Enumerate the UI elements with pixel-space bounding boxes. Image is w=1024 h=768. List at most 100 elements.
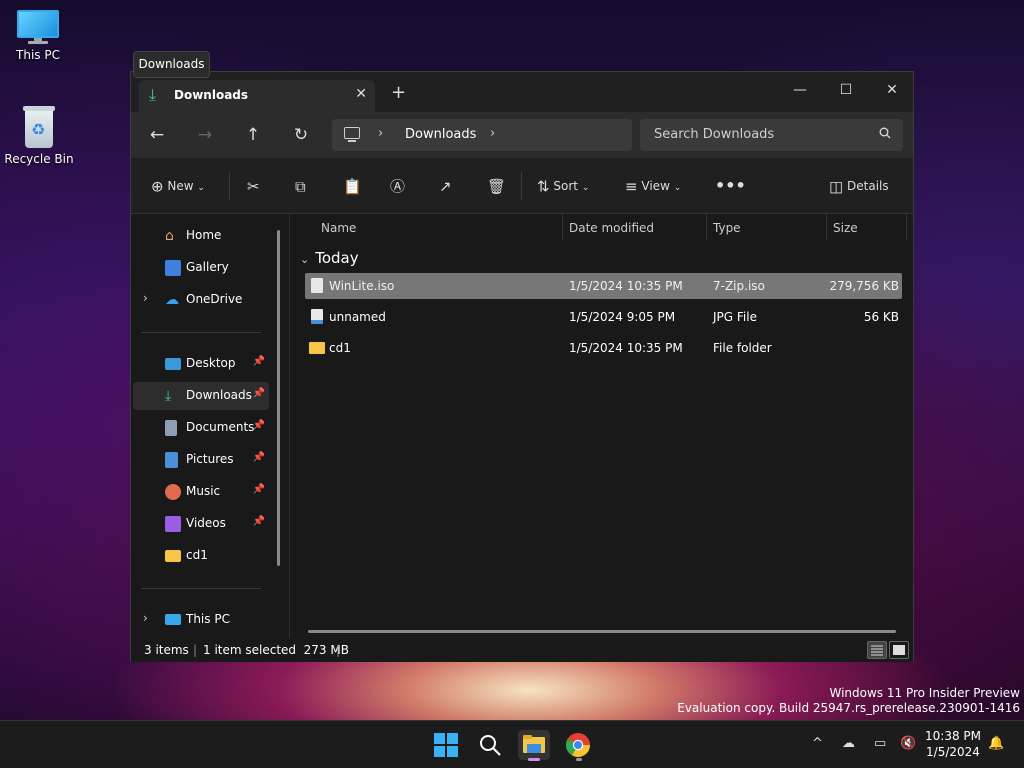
share-icon: ↗ — [439, 177, 452, 196]
recycle-bin-icon: ♻ — [21, 106, 57, 148]
sidebar-scrollbar[interactable] — [277, 230, 280, 566]
start-button[interactable] — [431, 730, 463, 760]
sort-button[interactable]: ⇅ Sort ⌄ — [537, 176, 589, 196]
file-date: 1/5/2024 9:05 PM — [569, 310, 676, 324]
title-bar[interactable]: ⤓ Downloads ✕ + — ☐ ✕ — [131, 72, 913, 112]
chevron-down-icon: ⌄ — [197, 183, 205, 193]
chrome-icon — [565, 733, 590, 758]
status-divider: | — [193, 643, 198, 657]
file-icon — [311, 278, 323, 293]
sidebar-item-gallery[interactable]: Gallery — [133, 254, 269, 282]
refresh-button[interactable]: ↻ — [289, 124, 313, 146]
copy-icon: ⧉ — [295, 177, 306, 196]
column-header-date[interactable]: Date modified — [569, 214, 654, 242]
search-icon — [480, 735, 501, 756]
tab-downloads[interactable]: ⤓ Downloads ✕ — [139, 80, 375, 112]
maximize-button[interactable]: ☐ — [823, 76, 869, 104]
cut-button[interactable]: ✂ — [247, 176, 260, 196]
computer-icon — [165, 614, 181, 625]
sidebar-item-videos[interactable]: Videos 📌 — [133, 510, 269, 538]
view-button[interactable]: ≡ View ⌄ — [625, 176, 681, 196]
chrome-taskbar-button[interactable] — [563, 730, 595, 761]
sort-icon: ⇅ — [537, 177, 550, 196]
details-pane-icon: ◫ — [829, 177, 844, 196]
column-header-size[interactable]: Size — [833, 214, 858, 242]
horizontal-scrollbar[interactable] — [308, 630, 896, 633]
chevron-right-icon[interactable]: › — [490, 126, 495, 141]
status-divider: | — [336, 643, 341, 657]
paste-button[interactable]: 📋 — [343, 176, 362, 196]
sidebar-item-pictures[interactable]: Pictures 📌 — [133, 446, 269, 474]
close-tab-icon[interactable]: ✕ — [355, 86, 367, 102]
desktop-icon-this-pc[interactable]: This PC — [0, 10, 76, 62]
new-tab-button[interactable]: + — [391, 84, 406, 102]
volume-muted-icon[interactable]: 🔇 — [900, 736, 916, 751]
monitor-icon — [17, 10, 59, 44]
search-button[interactable] — [475, 730, 507, 760]
desktop-icon-label: This PC — [16, 48, 60, 62]
delete-button[interactable]: 🗑 — [487, 176, 506, 196]
search-icon — [879, 127, 891, 139]
copy-button[interactable]: ⧉ — [295, 176, 306, 196]
tab-tooltip: Downloads — [133, 51, 210, 78]
pin-icon[interactable]: 📌 — [253, 452, 265, 463]
cloud-offline-icon[interactable]: ☁ — [842, 736, 855, 751]
search-input[interactable]: Search Downloads — [654, 127, 774, 142]
sidebar-item-desktop[interactable]: Desktop 📌 — [133, 350, 269, 378]
desktop-icon-recycle-bin[interactable]: ♻ Recycle Bin — [1, 106, 77, 166]
table-row[interactable]: unnamed 1/5/2024 9:05 PM JPG File 56 KB — [305, 304, 902, 330]
tiles-view-button[interactable] — [889, 641, 909, 659]
table-row[interactable]: WinLite.iso 1/5/2024 10:35 PM 7-Zip.iso … — [305, 273, 902, 299]
sidebar-item-cd1[interactable]: cd1 — [133, 542, 269, 570]
sidebar-item-onedrive[interactable]: › ☁ OneDrive — [133, 286, 269, 314]
more-options-button[interactable]: ••• — [715, 176, 746, 196]
details-view-button[interactable] — [867, 641, 887, 659]
pin-icon[interactable]: 📌 — [253, 356, 265, 367]
file-explorer-window: ⤓ Downloads ✕ + — ☐ ✕ ← → ↑ ↻ › Download… — [130, 71, 914, 662]
show-hidden-icons-button[interactable]: ^ — [812, 736, 823, 751]
column-header-type[interactable]: Type — [713, 214, 741, 242]
sidebar-item-this-pc[interactable]: › This PC — [133, 606, 269, 634]
table-row[interactable]: cd1 1/5/2024 10:35 PM File folder — [305, 335, 902, 361]
forward-button[interactable]: → — [193, 124, 217, 146]
pin-icon[interactable]: 📌 — [253, 516, 265, 527]
download-arrow-icon: ⤓ — [165, 388, 172, 404]
pin-icon[interactable]: 📌 — [253, 484, 265, 495]
breadcrumb[interactable]: › Downloads › — [332, 119, 632, 151]
watermark-line-1: Windows 11 Pro Insider Preview — [829, 686, 1020, 700]
minimize-button[interactable]: — — [777, 76, 823, 104]
cloud-icon: ☁ — [165, 292, 179, 308]
pin-icon[interactable]: 📌 — [253, 388, 265, 399]
document-icon — [165, 420, 177, 436]
sidebar-item-documents[interactable]: Documents 📌 — [133, 414, 269, 442]
group-header[interactable]: ⌄ Today — [300, 249, 359, 267]
desktop-folder-icon — [165, 358, 181, 370]
chevron-right-icon[interactable]: › — [143, 611, 148, 625]
pin-icon[interactable]: 📌 — [253, 420, 265, 431]
sidebar-item-home[interactable]: ⌂ Home — [133, 222, 269, 250]
new-button[interactable]: ⊕ New ⌄ — [151, 176, 205, 196]
clock[interactable]: 10:38 PM 1/5/2024 — [925, 728, 981, 760]
rename-button[interactable]: Ⓐ — [390, 176, 405, 196]
network-icon[interactable]: ▭ — [874, 736, 886, 751]
close-window-button[interactable]: ✕ — [869, 76, 915, 104]
file-size: 56 KB — [863, 310, 899, 324]
share-button[interactable]: ↗ — [439, 176, 452, 196]
sidebar-item-downloads[interactable]: ⤓ Downloads 📌 — [133, 382, 269, 410]
sidebar-item-music[interactable]: Music 📌 — [133, 478, 269, 506]
column-header-name[interactable]: Name — [321, 214, 356, 242]
search-box[interactable]: Search Downloads — [640, 119, 903, 151]
chevron-right-icon[interactable]: › — [378, 126, 383, 141]
details-button[interactable]: ◫ Details — [829, 176, 889, 196]
file-date: 1/5/2024 10:35 PM — [569, 279, 683, 293]
back-button[interactable]: ← — [145, 124, 169, 146]
videos-icon — [165, 516, 181, 532]
file-name: cd1 — [329, 341, 351, 355]
notification-bell-icon[interactable]: 🔔 — [988, 736, 1004, 751]
chevron-right-icon[interactable]: › — [143, 291, 148, 305]
file-explorer-taskbar-button[interactable] — [518, 730, 550, 761]
breadcrumb-downloads[interactable]: Downloads — [405, 127, 476, 142]
up-button[interactable]: ↑ — [241, 124, 265, 146]
trash-icon: 🗑 — [487, 177, 507, 196]
selection-info: 1 item selected 273 MB — [203, 643, 349, 657]
